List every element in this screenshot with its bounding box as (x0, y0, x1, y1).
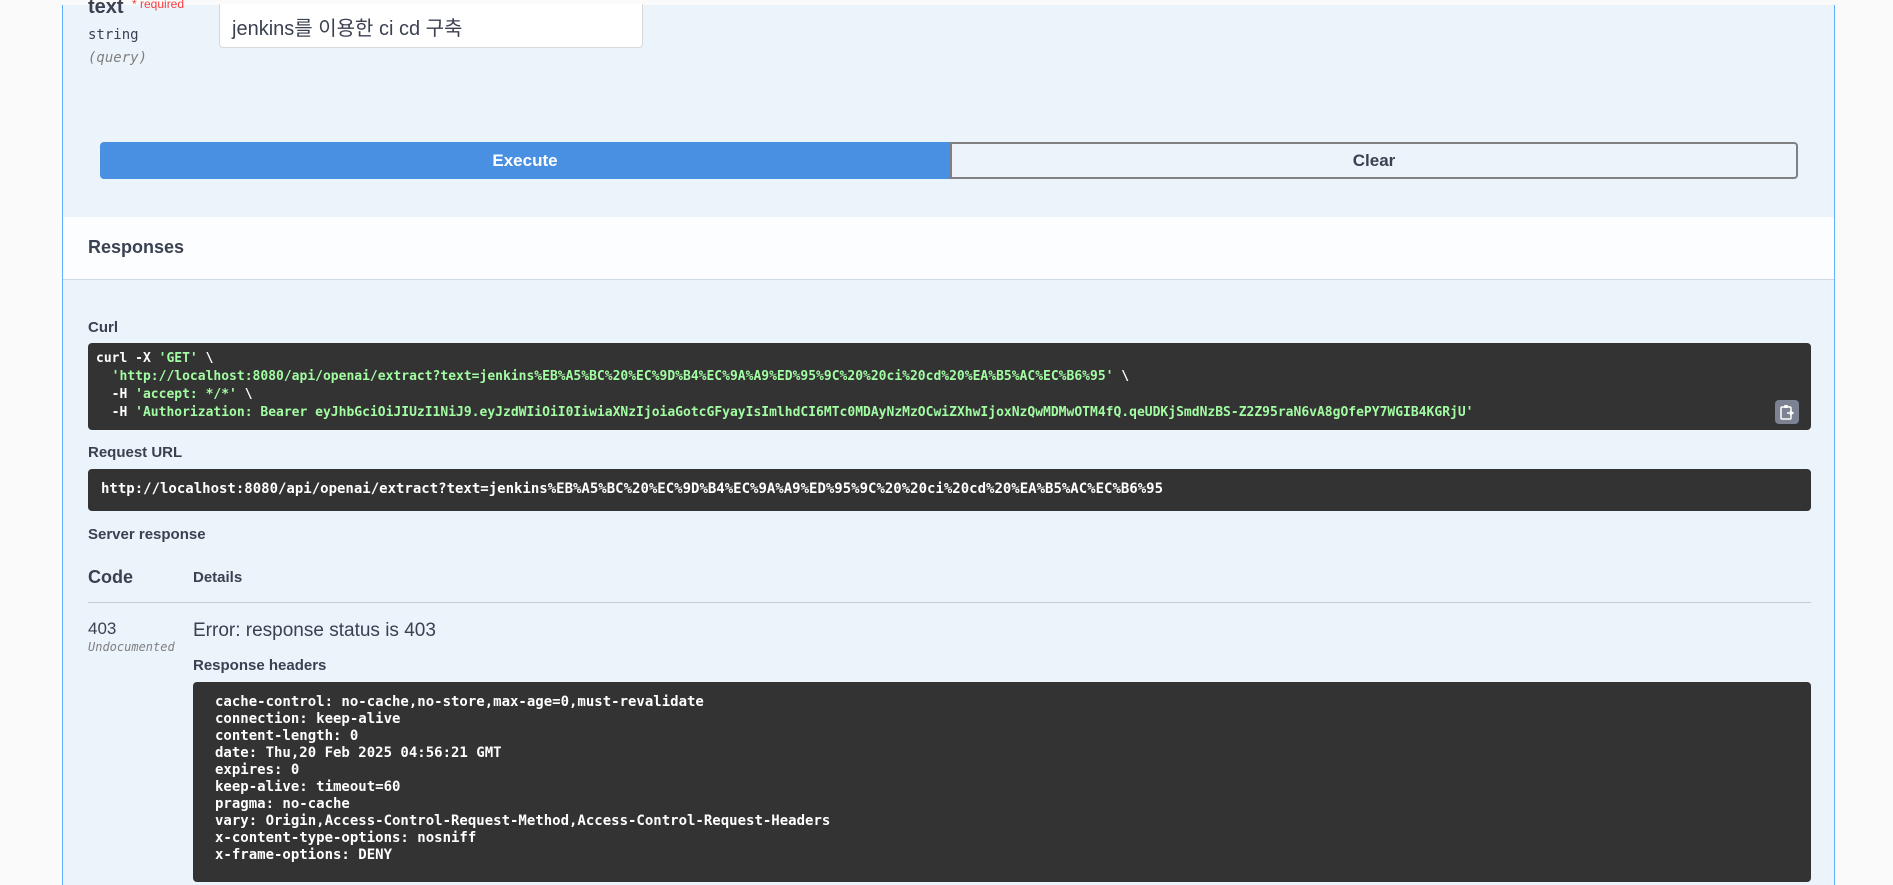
code-column-header: Code (88, 567, 133, 587)
curl-cont: \ (236, 387, 253, 402)
curl-cont: \ (1113, 369, 1130, 384)
curl-cont: \ (197, 351, 214, 366)
curl-header-auth: 'Authorization: Bearer eyJhbGciOiJIUzI1N… (135, 405, 1474, 420)
response-code: 403 (88, 619, 117, 638)
response-headers-label: Response headers (193, 657, 327, 674)
required-label: * required (132, 0, 185, 11)
curl-url: 'http://localhost:8080/api/openai/extrac… (111, 369, 1114, 384)
curl-cmd: curl -X (96, 351, 159, 366)
curl-header-accept: 'accept: */*' (135, 387, 237, 402)
request-url-block[interactable]: http://localhost:8080/api/openai/extract… (88, 469, 1811, 511)
header-line: cache-control: no-cache,no-store,max-age… (215, 694, 704, 710)
param-type: string (88, 27, 139, 43)
response-headers-block[interactable]: cache-control: no-cache,no-store,max-age… (193, 682, 1811, 882)
header-line: x-frame-options: DENY (215, 847, 393, 863)
text-param-input[interactable]: jenkins를 이용한 ci cd 구축 (219, 4, 643, 48)
header-line: pragma: no-cache (215, 796, 350, 812)
header-line: date: Thu,20 Feb 2025 04:56:21 GMT (215, 745, 502, 761)
clear-button[interactable]: Clear (950, 142, 1798, 179)
header-line: keep-alive: timeout=60 (215, 779, 401, 795)
param-name: text (88, 0, 124, 18)
server-response-label: Server response (88, 526, 206, 543)
execute-wrapper: Execute Clear (100, 142, 1798, 179)
undocumented-label: Undocumented (88, 640, 175, 654)
details-column-header: Details (193, 569, 243, 586)
curl-method: 'GET' (158, 351, 198, 366)
responses-title: Responses (88, 237, 185, 257)
header-line: connection: keep-alive (215, 711, 401, 727)
responses-header: Responses (63, 217, 1834, 280)
curl-block[interactable]: curl -X 'GET' \ 'http://localhost:8080/a… (88, 343, 1811, 430)
clipboard-icon (1780, 405, 1795, 420)
error-message: Error: response status is 403 (193, 620, 436, 641)
copy-to-clipboard-button[interactable] (1775, 400, 1799, 424)
header-line: content-length: 0 (215, 728, 359, 744)
header-line: x-content-type-options: nosniff (215, 830, 477, 846)
header-line: vary: Origin,Access-Control-Request-Meth… (215, 813, 831, 829)
request-url-label: Request URL (88, 444, 183, 461)
header-line: expires: 0 (215, 762, 300, 778)
param-location: (query) (88, 50, 148, 66)
curl-label: Curl (88, 319, 118, 336)
table-divider (88, 602, 1811, 603)
curl-flag: -H (96, 387, 136, 402)
execute-button[interactable]: Execute (100, 142, 950, 179)
curl-flag: -H (96, 405, 136, 420)
